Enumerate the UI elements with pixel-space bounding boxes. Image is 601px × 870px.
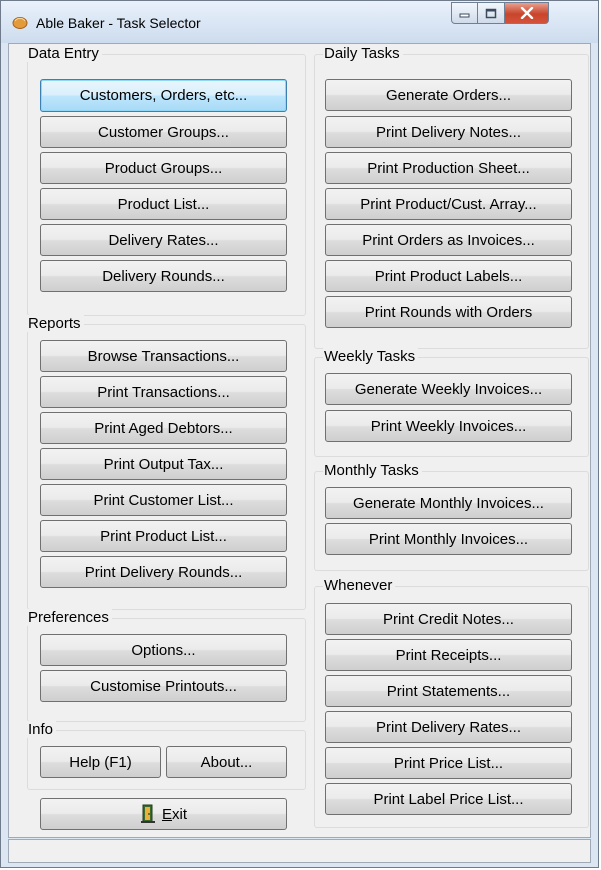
window-controls [451, 2, 549, 24]
weekly-tasks-group [314, 357, 589, 457]
whenever-label: Whenever [323, 577, 396, 594]
print-credit-notes-button[interactable]: Print Credit Notes... [325, 603, 572, 635]
customise-printouts-button[interactable]: Customise Printouts... [40, 670, 287, 702]
client-area: Data Entry Customers, Orders, etc... Cus… [8, 43, 591, 838]
close-icon [520, 7, 533, 19]
print-weekly-invoices-button[interactable]: Print Weekly Invoices... [325, 410, 572, 442]
print-rounds-with-orders-button[interactable]: Print Rounds with Orders [325, 296, 572, 328]
minimize-button[interactable] [451, 2, 478, 24]
monthly-tasks-group [314, 471, 589, 571]
print-product-list-button[interactable]: Print Product List... [40, 520, 287, 552]
print-output-tax-button[interactable]: Print Output Tax... [40, 448, 287, 480]
info-label: Info [27, 721, 57, 738]
exit-button[interactable]: Exit [40, 798, 287, 830]
print-label-price-list-button[interactable]: Print Label Price List... [325, 783, 572, 815]
print-delivery-notes-button[interactable]: Print Delivery Notes... [325, 116, 572, 148]
exit-label: Exit [162, 806, 187, 823]
print-price-list-button[interactable]: Print Price List... [325, 747, 572, 779]
daily-tasks-label: Daily Tasks [323, 45, 403, 62]
preferences-label: Preferences [27, 609, 112, 626]
task-selector-window: Able Baker - Task Selector Data Entry Cu… [0, 0, 599, 868]
weekly-tasks-label: Weekly Tasks [323, 348, 419, 365]
print-production-sheet-button[interactable]: Print Production Sheet... [325, 152, 572, 184]
maximize-button[interactable] [478, 2, 505, 24]
exit-label-rest: xit [172, 805, 187, 823]
delivery-rounds-button[interactable]: Delivery Rounds... [40, 260, 287, 292]
customers-orders-button[interactable]: Customers, Orders, etc... [40, 79, 287, 112]
maximize-icon [485, 8, 497, 18]
print-delivery-rates-button[interactable]: Print Delivery Rates... [325, 711, 572, 743]
product-list-button[interactable]: Product List... [40, 188, 287, 220]
print-monthly-invoices-button[interactable]: Print Monthly Invoices... [325, 523, 572, 555]
help-button[interactable]: Help (F1) [40, 746, 161, 778]
print-statements-button[interactable]: Print Statements... [325, 675, 572, 707]
browse-transactions-button[interactable]: Browse Transactions... [40, 340, 287, 372]
generate-monthly-invoices-button[interactable]: Generate Monthly Invoices... [325, 487, 572, 519]
print-receipts-button[interactable]: Print Receipts... [325, 639, 572, 671]
product-groups-button[interactable]: Product Groups... [40, 152, 287, 184]
generate-orders-button[interactable]: Generate Orders... [325, 79, 572, 111]
reports-label: Reports [27, 315, 84, 332]
status-bar [8, 839, 591, 863]
generate-weekly-invoices-button[interactable]: Generate Weekly Invoices... [325, 373, 572, 405]
close-button[interactable] [505, 2, 549, 24]
bread-icon [12, 17, 28, 29]
customer-groups-button[interactable]: Customer Groups... [40, 116, 287, 148]
monthly-tasks-label: Monthly Tasks [323, 462, 422, 479]
exit-mnemonic: E [161, 805, 172, 823]
print-orders-as-invoices-button[interactable]: Print Orders as Invoices... [325, 224, 572, 256]
title-bar[interactable]: Able Baker - Task Selector [1, 1, 598, 43]
minimize-icon [459, 13, 470, 18]
options-button[interactable]: Options... [40, 634, 287, 666]
print-delivery-rounds-button[interactable]: Print Delivery Rounds... [40, 556, 287, 588]
delivery-rates-button[interactable]: Delivery Rates... [40, 224, 287, 256]
about-button[interactable]: About... [166, 746, 287, 778]
print-aged-debtors-button[interactable]: Print Aged Debtors... [40, 412, 287, 444]
print-transactions-button[interactable]: Print Transactions... [40, 376, 287, 408]
print-product-cust-array-button[interactable]: Print Product/Cust. Array... [325, 188, 572, 220]
data-entry-label: Data Entry [27, 45, 102, 62]
print-customer-list-button[interactable]: Print Customer List... [40, 484, 287, 516]
window-title: Able Baker - Task Selector [36, 15, 201, 31]
print-product-labels-button[interactable]: Print Product Labels... [325, 260, 572, 292]
exit-door-icon [140, 804, 155, 823]
